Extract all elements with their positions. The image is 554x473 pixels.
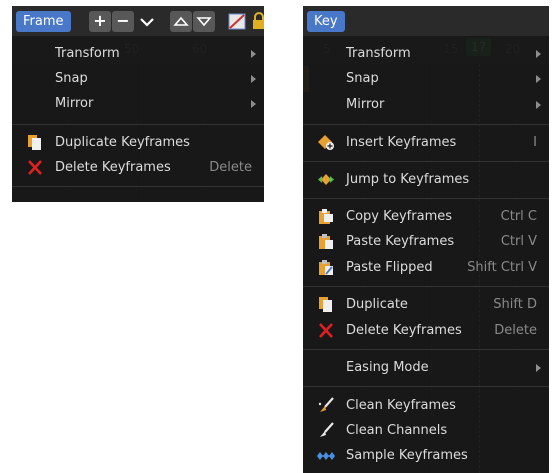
menu-item-label: Snap (55, 71, 88, 86)
shortcut-label: Shift Ctrl V (467, 260, 537, 275)
key-dropdown-menu: Transform Snap Mirror Insert Keyframes I (303, 36, 549, 473)
menu-item-snap[interactable]: Snap (12, 66, 264, 91)
delete-x-icon (26, 159, 44, 176)
shortcut-label: I (533, 135, 537, 150)
menu-item-transform[interactable]: Transform (303, 41, 549, 66)
menu-item-sample-keyframes[interactable]: Sample Keyframes (303, 443, 549, 468)
menu-item-easing-mode[interactable]: Easing Mode (303, 355, 549, 380)
submenu-arrow-icon (536, 364, 541, 372)
menu-item-label: Clean Keyframes (346, 398, 456, 413)
frame-menu-panel: Frame + − 50 60 (12, 6, 264, 202)
timeline-header: Frame + − (12, 6, 264, 36)
menu-separator (12, 186, 264, 187)
menu-separator (303, 161, 549, 162)
duplicate-icon (26, 134, 44, 151)
menu-item-duplicate-keyframes[interactable]: Duplicate Keyframes (12, 130, 264, 155)
timeline-header: Key (303, 6, 549, 36)
menu-item-label: Transform (55, 46, 120, 61)
menu-item-duplicate[interactable]: Duplicate Shift D (303, 292, 549, 317)
menu-item-label: Paste Keyframes (346, 234, 455, 249)
menu-separator (303, 349, 549, 350)
shortcut-label: Delete (209, 160, 252, 175)
paste-icon (317, 233, 335, 250)
menu-separator (303, 286, 549, 287)
menu-separator (12, 124, 264, 125)
move-down-button[interactable] (193, 11, 215, 32)
menu-item-label: Delete Keyframes (55, 160, 171, 175)
chevron-down-icon[interactable] (136, 11, 158, 32)
submenu-arrow-icon (536, 50, 541, 58)
menu-item-snap[interactable]: Snap (303, 66, 549, 91)
graph-editor-icon[interactable] (226, 11, 248, 32)
menu-item-label: Snap (346, 71, 379, 86)
submenu-arrow-icon (536, 101, 541, 109)
shortcut-label: Shift D (493, 297, 537, 312)
menu-item-label: Mirror (55, 96, 94, 111)
brush-icon (317, 397, 335, 414)
submenu-arrow-icon (251, 75, 256, 83)
copy-icon (317, 208, 335, 225)
menu-item-label: Easing Mode (346, 360, 429, 375)
menu-item-mirror[interactable]: Mirror (12, 91, 264, 116)
remove-button[interactable]: − (112, 11, 134, 32)
menu-item-label: Duplicate Keyframes (55, 135, 190, 150)
move-up-button[interactable] (170, 11, 192, 32)
menu-item-delete-keyframes[interactable]: Delete Keyframes Delete (303, 318, 549, 343)
add-button[interactable]: + (89, 11, 111, 32)
menu-item-label: Copy Keyframes (346, 209, 452, 224)
submenu-arrow-icon (251, 50, 256, 58)
menu-item-copy-keyframes[interactable]: Copy Keyframes Ctrl C (303, 204, 549, 229)
menu-separator (303, 124, 549, 125)
menu-separator (303, 386, 549, 387)
key-menu-button[interactable]: Key (307, 11, 345, 32)
lock-icon[interactable] (248, 11, 264, 32)
menu-item-label: Mirror (346, 97, 385, 112)
shortcut-label: Ctrl V (500, 234, 537, 249)
jump-keyframe-icon (317, 171, 335, 188)
frame-menu-button[interactable]: Frame (16, 11, 71, 32)
duplicate-icon (317, 296, 335, 313)
menu-item-label: Sample Keyframes (346, 448, 468, 463)
menu-item-label: Paste Flipped (346, 260, 433, 275)
menu-item-label: Transform (346, 46, 411, 61)
menu-item-insert-keyframes[interactable]: Insert Keyframes I (303, 130, 549, 155)
sample-keyframes-icon (317, 447, 335, 464)
menu-item-label: Jump to Keyframes (346, 172, 470, 187)
shortcut-label: Ctrl C (500, 209, 537, 224)
menu-item-label: Clean Channels (346, 423, 448, 438)
menu-item-delete-keyframes[interactable]: Delete Keyframes Delete (12, 155, 264, 180)
menu-item-mirror[interactable]: Mirror (303, 92, 549, 117)
submenu-arrow-icon (251, 100, 256, 108)
menu-item-jump-to-keyframes[interactable]: Jump to Keyframes (303, 167, 549, 192)
paste-flipped-icon (317, 259, 335, 276)
menu-item-label: Delete Keyframes (346, 323, 462, 338)
menu-item-paste-flipped[interactable]: Paste Flipped Shift Ctrl V (303, 255, 549, 280)
delete-x-icon (317, 322, 335, 339)
submenu-arrow-icon (536, 75, 541, 83)
menu-item-clean-channels[interactable]: Clean Channels (303, 418, 549, 443)
shortcut-label: Delete (494, 323, 537, 338)
menu-item-paste-keyframes[interactable]: Paste Keyframes Ctrl V (303, 229, 549, 254)
key-menu-panel: Key 5 15 17 20 Transform Snap Mirror (303, 6, 549, 473)
menu-item-label: Duplicate (346, 297, 408, 312)
menu-separator (303, 198, 549, 199)
menu-item-transform[interactable]: Transform (12, 41, 264, 66)
menu-item-clean-keyframes[interactable]: Clean Keyframes (303, 393, 549, 418)
insert-keyframe-icon (317, 134, 335, 151)
frame-dropdown-menu: Transform Snap Mirror Duplicate Keyframe… (12, 36, 264, 202)
brush-icon (317, 422, 335, 439)
menu-item-label: Insert Keyframes (346, 135, 457, 150)
